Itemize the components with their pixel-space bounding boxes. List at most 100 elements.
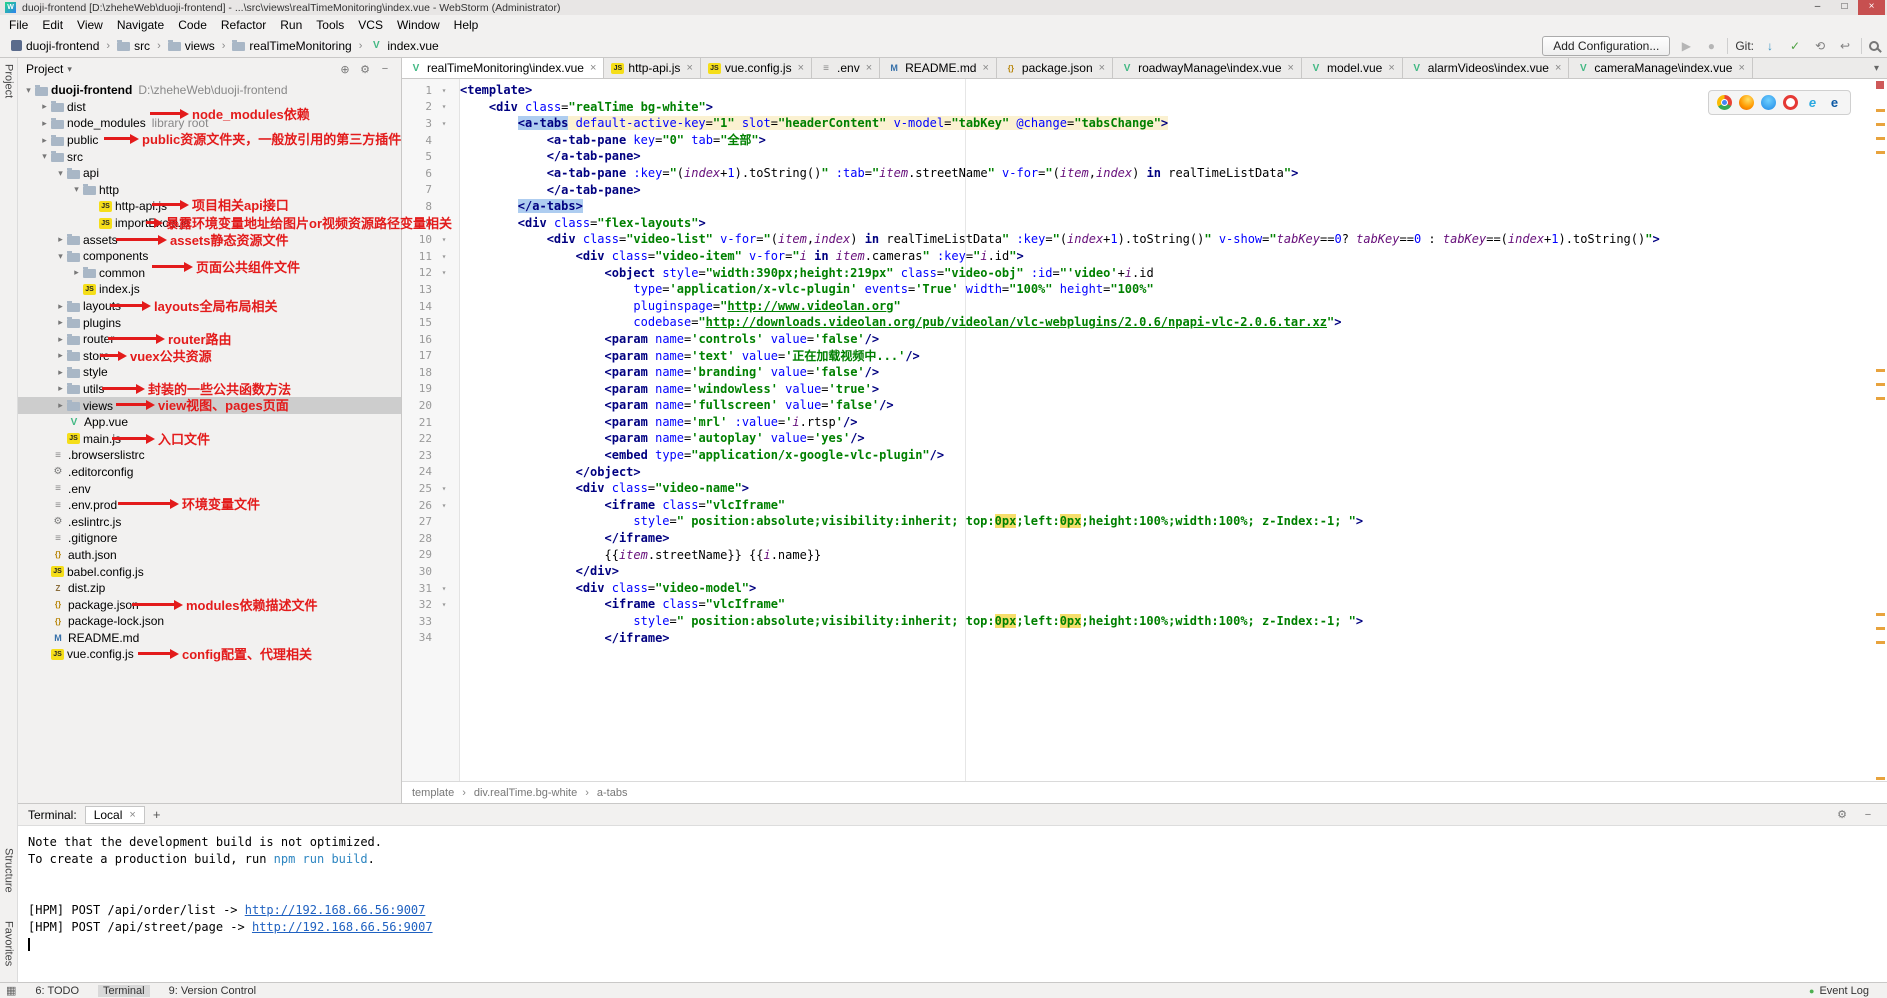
menu-file[interactable]: File: [2, 16, 35, 34]
editor-tab[interactable]: Vmodel.vue×: [1302, 58, 1403, 78]
fold-marker-icon[interactable]: ▾: [432, 600, 456, 609]
tree-item[interactable]: ≡.gitignore: [18, 530, 401, 547]
fold-marker-icon[interactable]: ▾: [432, 501, 456, 510]
code-line[interactable]: <param name='controls' value='false'/>: [460, 331, 1873, 348]
tree-item[interactable]: JSmain.js: [18, 430, 401, 447]
firefox-browser-icon[interactable]: [1739, 95, 1754, 110]
close-icon[interactable]: ×: [1288, 62, 1294, 74]
code-line[interactable]: <div class="realTime bg-white">: [460, 99, 1873, 116]
tree-item[interactable]: JSimportExcel.js: [18, 215, 401, 232]
code-line[interactable]: </a-tab-pane>: [460, 148, 1873, 165]
breadcrumb-item[interactable]: realTimeMonitoring: [229, 38, 354, 54]
breadcrumb-item[interactable]: src: [114, 38, 153, 54]
tree-item[interactable]: ▸layouts: [18, 298, 401, 315]
breadcrumb-item[interactable]: Vindex.vue: [366, 38, 441, 54]
rollback-icon[interactable]: ↩: [1836, 39, 1854, 53]
code-line[interactable]: </iframe>: [460, 630, 1873, 647]
code-line[interactable]: pluginspage="http://www.videolan.org": [460, 298, 1873, 315]
tree-item[interactable]: ≡.browserslistrc: [18, 447, 401, 464]
code-line[interactable]: codebase="http://downloads.videolan.org/…: [460, 314, 1873, 331]
chevron-right-icon[interactable]: ▸: [38, 135, 51, 146]
chevron-down-icon[interactable]: ▾: [38, 151, 51, 162]
terminal-settings-icon[interactable]: ⚙: [1833, 808, 1851, 821]
code-area[interactable]: <template> <div class="realTime bg-white…: [460, 79, 1873, 781]
editor-breadcrumb-item[interactable]: div.realTime.bg-white: [474, 787, 577, 799]
chevron-right-icon[interactable]: ▸: [54, 350, 67, 361]
tool-window-switcher-icon[interactable]: ▦: [6, 984, 16, 997]
code-line[interactable]: <a-tab-pane :key="(index+1).toString()" …: [460, 165, 1873, 182]
tree-item[interactable]: ▸utils: [18, 381, 401, 398]
structure-stripe-button[interactable]: Structure: [3, 842, 15, 899]
menu-view[interactable]: View: [70, 16, 110, 34]
tree-item[interactable]: ▸style: [18, 364, 401, 381]
code-line[interactable]: {{item.streetName}} {{i.name}}: [460, 547, 1873, 564]
code-line[interactable]: <param name='branding' value='false'/>: [460, 364, 1873, 381]
close-icon[interactable]: ×: [1388, 62, 1394, 74]
fold-marker-icon[interactable]: ▾: [432, 119, 456, 128]
add-configuration-button[interactable]: Add Configuration...: [1542, 36, 1670, 56]
status-todo[interactable]: 6: TODO: [30, 985, 84, 997]
editor-breadcrumb-item[interactable]: template: [412, 787, 454, 799]
fold-marker-icon[interactable]: ▾: [432, 584, 456, 593]
ie-browser-icon[interactable]: e: [1805, 95, 1820, 110]
tree-item[interactable]: ≡.env: [18, 480, 401, 497]
tree-item[interactable]: JSbabel.config.js: [18, 563, 401, 580]
tree-item[interactable]: JShttp-api.js: [18, 198, 401, 215]
code-line[interactable]: <div class="video-name">: [460, 480, 1873, 497]
close-icon[interactable]: ×: [686, 62, 692, 74]
hide-panel-icon[interactable]: −: [377, 63, 393, 75]
code-line[interactable]: <object style="width:390px;height:219px"…: [460, 265, 1873, 282]
chevron-right-icon[interactable]: ▸: [54, 334, 67, 345]
code-line[interactable]: <a-tabs default-active-key="1" slot="hea…: [460, 115, 1873, 132]
editor-tab[interactable]: VroadwayManage\index.vue×: [1113, 58, 1302, 78]
tree-item[interactable]: JSvue.config.js: [18, 646, 401, 663]
close-icon[interactable]: ×: [1738, 62, 1744, 74]
tree-item[interactable]: MREADME.md: [18, 630, 401, 647]
chevron-right-icon[interactable]: ▸: [54, 301, 67, 312]
tree-item[interactable]: JSindex.js: [18, 281, 401, 298]
tree-item[interactable]: ▸node_moduleslibrary root: [18, 115, 401, 132]
fold-marker-icon[interactable]: ▾: [432, 484, 456, 493]
close-icon[interactable]: ×: [866, 62, 872, 74]
menu-vcs[interactable]: VCS: [351, 16, 390, 34]
chevron-right-icon[interactable]: ▸: [54, 400, 67, 411]
tree-item[interactable]: ▸router: [18, 331, 401, 348]
new-terminal-button[interactable]: +: [153, 807, 161, 822]
chevron-right-icon[interactable]: ▸: [54, 383, 67, 394]
editor-tab[interactable]: MREADME.md×: [880, 58, 997, 78]
tree-item[interactable]: ⚙.eslintrc.js: [18, 513, 401, 530]
tree-item[interactable]: {}package-lock.json: [18, 613, 401, 630]
minimize-button[interactable]: –: [1804, 0, 1831, 15]
terminal-output[interactable]: Note that the development build is not o…: [18, 826, 1887, 953]
menu-navigate[interactable]: Navigate: [110, 16, 171, 34]
editor-breadcrumb-item[interactable]: a-tabs: [597, 787, 628, 799]
code-line[interactable]: <div class="video-model">: [460, 580, 1873, 597]
chevron-down-icon[interactable]: ▾: [54, 168, 67, 179]
breadcrumb-item[interactable]: views: [165, 38, 218, 54]
debug-icon[interactable]: ●: [1702, 39, 1720, 53]
fold-marker-icon[interactable]: ▾: [432, 268, 456, 277]
code-line[interactable]: <param name='autoplay' value='yes'/>: [460, 430, 1873, 447]
chevron-right-icon[interactable]: ▸: [38, 118, 51, 129]
inspection-indicator-icon[interactable]: [1876, 81, 1884, 89]
tree-item[interactable]: {}auth.json: [18, 547, 401, 564]
tree-item[interactable]: VApp.vue: [18, 414, 401, 431]
code-line[interactable]: </iframe>: [460, 530, 1873, 547]
tab-list-dropdown-icon[interactable]: ▾: [1866, 58, 1887, 78]
chrome-browser-icon[interactable]: [1717, 95, 1732, 110]
chevron-right-icon[interactable]: ▸: [70, 267, 83, 278]
menu-tools[interactable]: Tools: [309, 16, 351, 34]
editor-tab[interactable]: JShttp-api.js×: [604, 58, 700, 78]
event-log-label[interactable]: Event Log: [1819, 985, 1869, 997]
favorites-stripe-button[interactable]: Favorites: [3, 915, 15, 972]
breadcrumb-item[interactable]: duoji-frontend: [8, 38, 102, 54]
tree-item[interactable]: ▾http: [18, 182, 401, 199]
tree-item[interactable]: Zdist.zip: [18, 580, 401, 597]
tree-item[interactable]: ▸assets: [18, 231, 401, 248]
tree-item[interactable]: ▸dist: [18, 99, 401, 116]
chevron-right-icon[interactable]: ▸: [54, 367, 67, 378]
code-line[interactable]: <param name='fullscreen' value='false'/>: [460, 397, 1873, 414]
code-line[interactable]: <div class="flex-layouts">: [460, 215, 1873, 232]
menu-code[interactable]: Code: [171, 16, 214, 34]
code-line[interactable]: <iframe class="vlcIframe": [460, 596, 1873, 613]
